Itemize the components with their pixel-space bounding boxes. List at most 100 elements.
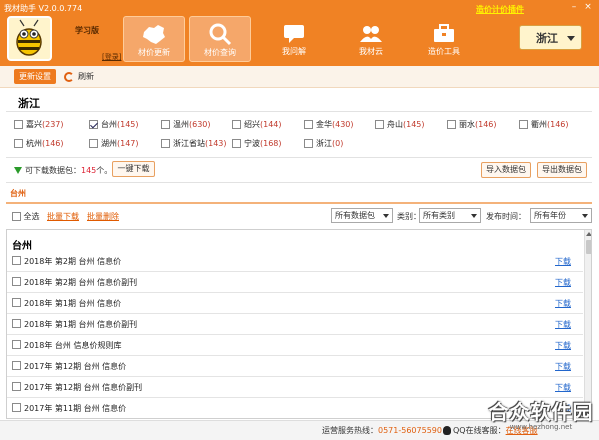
city-option[interactable]: 绍兴(144) xyxy=(232,119,282,130)
window-controls: – × xyxy=(567,1,595,13)
watermark: 合众软件园 www.hezhong.net xyxy=(486,396,596,440)
row-download-link[interactable]: 下载 xyxy=(555,277,571,288)
city-option[interactable]: 温州(630) xyxy=(161,119,211,130)
city-checkbox[interactable] xyxy=(14,120,23,129)
list-item: 2018年 第2期 台州 信息价副刊 下载 xyxy=(7,272,583,293)
city-checkbox[interactable] xyxy=(447,120,456,129)
update-settings-button[interactable]: 更新设置 xyxy=(14,69,56,84)
close-icon[interactable]: × xyxy=(581,1,595,13)
city-option[interactable]: 台州(145) xyxy=(89,119,139,130)
row-title: 2018年 第2期 台州 信息价 xyxy=(24,257,122,266)
nav-price-update[interactable]: 材价更新 xyxy=(123,16,185,62)
list-scrollbar[interactable] xyxy=(584,230,591,418)
nav-qa[interactable]: 我问解 xyxy=(263,16,325,62)
list-item: 2018年 第1期 台州 信息价副刊 下载 xyxy=(7,314,583,335)
chevron-down-icon xyxy=(567,36,575,41)
row-download-link[interactable]: 下载 xyxy=(555,340,571,351)
package-select[interactable]: 所有数据包 xyxy=(331,208,393,223)
row-checkbox[interactable] xyxy=(12,403,21,412)
city-name: 衢州 xyxy=(531,120,547,129)
city-checkbox[interactable] xyxy=(161,120,170,129)
nav-price-query[interactable]: 材价查询 xyxy=(189,16,251,62)
region-select[interactable]: 浙江 xyxy=(519,25,582,50)
city-count: (143) xyxy=(205,139,227,148)
city-option[interactable]: 杭州(146) xyxy=(14,138,64,149)
city-checkbox[interactable] xyxy=(14,139,23,148)
city-checkbox[interactable] xyxy=(89,120,98,129)
nav-label: 造价工具 xyxy=(428,47,460,56)
city-checkbox[interactable] xyxy=(519,120,528,129)
city-count: (146) xyxy=(547,120,569,129)
row-download-link[interactable]: 下载 xyxy=(555,361,571,372)
row-checkbox[interactable] xyxy=(12,361,21,370)
year-select[interactable]: 所有年份 xyxy=(530,208,592,223)
city-checkbox[interactable] xyxy=(375,120,384,129)
refresh-label: 刷新 xyxy=(78,72,94,81)
row-download-link[interactable]: 下载 xyxy=(555,319,571,330)
city-name: 台州 xyxy=(101,120,117,129)
download-prefix: 可下载数据包： xyxy=(25,166,81,175)
app-title: 我材助手 V2.0.0.774 xyxy=(4,4,83,13)
minimize-icon[interactable]: – xyxy=(567,1,581,13)
bee-logo xyxy=(7,16,52,61)
region-value: 浙江 xyxy=(536,32,558,45)
login-link[interactable]: [登录] xyxy=(102,52,121,62)
select-all-label: 全选 xyxy=(23,212,40,221)
divider xyxy=(6,157,592,158)
city-option[interactable]: 宁波(168) xyxy=(232,138,282,149)
category-select[interactable]: 所有类别 xyxy=(419,208,481,223)
city-name: 绍兴 xyxy=(244,120,260,129)
nav-cloud[interactable]: 我材云 xyxy=(340,16,402,62)
download-suffix: 个。 xyxy=(96,166,113,175)
city-option[interactable]: 浙江省站(143) xyxy=(161,138,227,149)
china-map-icon xyxy=(143,25,165,44)
row-download-link[interactable]: 下载 xyxy=(555,298,571,309)
city-checkbox[interactable] xyxy=(304,139,313,148)
city-option[interactable]: 浙江(0) xyxy=(304,138,343,149)
scroll-thumb[interactable] xyxy=(586,240,591,254)
select-all-checkbox[interactable] xyxy=(12,212,21,221)
row-download-link[interactable]: 下载 xyxy=(555,382,571,393)
row-checkbox[interactable] xyxy=(12,277,21,286)
batch-delete-link[interactable]: 批量删除 xyxy=(87,211,119,222)
row-checkbox[interactable] xyxy=(12,340,21,349)
row-download-link[interactable]: 下载 xyxy=(555,256,571,267)
download-info: 可下载数据包：145个。 xyxy=(14,165,112,176)
city-name: 嘉兴 xyxy=(26,120,42,129)
hotline-number: 0571-56075590 xyxy=(378,426,442,435)
city-option[interactable]: 嘉兴(237) xyxy=(14,119,64,130)
magnifier-icon xyxy=(209,23,232,46)
city-checkbox[interactable] xyxy=(89,139,98,148)
secondary-toolbar: 更新设置 刷新 xyxy=(0,66,599,88)
refresh-button[interactable]: 刷新 xyxy=(64,69,94,84)
row-checkbox[interactable] xyxy=(12,319,21,328)
city-option[interactable]: 金华(430) xyxy=(304,119,354,130)
city-checkbox[interactable] xyxy=(304,120,313,129)
city-checkbox[interactable] xyxy=(161,139,170,148)
row-checkbox[interactable] xyxy=(12,382,21,391)
city-checkbox[interactable] xyxy=(232,120,241,129)
city-count: (630) xyxy=(189,120,211,129)
one-click-download-button[interactable]: 一键下载 xyxy=(112,161,155,177)
row-checkbox[interactable] xyxy=(12,256,21,265)
toolbox-icon xyxy=(434,24,454,42)
city-count: (146) xyxy=(475,120,497,129)
nav-tools[interactable]: 造价工具 xyxy=(413,16,475,62)
scroll-up-icon[interactable] xyxy=(585,230,591,238)
export-package-button[interactable]: 导出数据包 xyxy=(537,162,587,178)
city-option[interactable]: 舟山(145) xyxy=(375,119,425,130)
row-title: 2017年 第12期 台州 信息价副刊 xyxy=(24,383,143,392)
row-title: 2018年 第1期 台州 信息价副刊 xyxy=(24,320,138,329)
row-checkbox[interactable] xyxy=(12,298,21,307)
package-list: 台州 2018年 第2期 台州 信息价 下载 2018年 第2期 台州 信息价副刊下… xyxy=(6,229,592,419)
import-package-button[interactable]: 导入数据包 xyxy=(481,162,531,178)
city-checkbox[interactable] xyxy=(232,139,241,148)
select-all[interactable]: 全选 xyxy=(12,211,40,222)
city-option[interactable]: 丽水(146) xyxy=(447,119,497,130)
plugin-link[interactable]: 造价计价插件 xyxy=(476,4,524,15)
nav-label: 材价查询 xyxy=(204,48,236,57)
city-option[interactable]: 湖州(147) xyxy=(89,138,139,149)
city-option[interactable]: 衢州(146) xyxy=(519,119,569,130)
qq-icon xyxy=(443,426,451,435)
batch-download-link[interactable]: 批量下载 xyxy=(47,211,79,222)
